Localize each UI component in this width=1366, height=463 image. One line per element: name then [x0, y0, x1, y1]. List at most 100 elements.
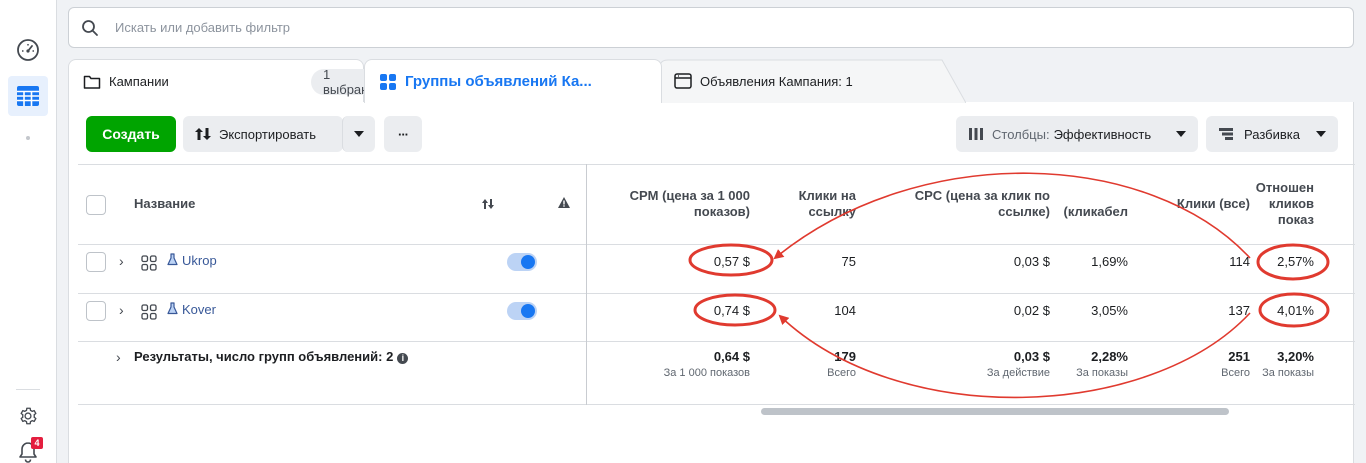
- total-link-clicks: 179: [834, 349, 856, 364]
- rail-separator: [16, 389, 40, 390]
- sort-icon[interactable]: [481, 197, 495, 214]
- total-link-clicks-sub: Всего: [827, 367, 856, 379]
- flask-icon: [167, 253, 178, 269]
- column-header-link-clicks[interactable]: Клики на ссылку: [768, 188, 856, 222]
- breakdown-icon: [1218, 127, 1234, 141]
- tab-ads[interactable]: Объявления Кампания: 1: [660, 59, 966, 103]
- row-divider: [78, 293, 1355, 294]
- info-icon[interactable]: i: [397, 353, 409, 364]
- row-checkbox[interactable]: [86, 301, 106, 321]
- header-line: CPC (цена за клик по: [914, 188, 1050, 203]
- gear-icon[interactable]: [8, 396, 48, 436]
- total-ctr-all: 3,20%: [1277, 349, 1314, 364]
- adset-icon: [141, 255, 157, 274]
- cell-clicks-all: 137: [1228, 303, 1250, 318]
- cell-cpm: 0,74 $: [713, 303, 750, 318]
- export-button[interactable]: Экспортировать: [183, 116, 343, 152]
- main-panel: Создать Экспортировать ··· Столбцы: Эффе…: [68, 102, 1355, 463]
- breakdown-label: Разбивка: [1244, 126, 1300, 142]
- table-top-border: [78, 164, 1355, 165]
- header-line: Клики на: [798, 188, 856, 203]
- tab-adsets-label: Группы объявлений Ка...: [405, 73, 592, 90]
- chevron-right-icon[interactable]: ›: [119, 302, 124, 318]
- cell-ctr: 1,69%: [1091, 254, 1128, 269]
- left-rail: 4: [0, 0, 57, 463]
- tab-campaigns[interactable]: Кампании 1 выбрано ✕: [68, 59, 401, 103]
- search-icon: [81, 19, 99, 37]
- columns-label: Столбцы:: [992, 126, 1050, 142]
- adset-name-link[interactable]: Ukrop: [182, 253, 217, 268]
- total-cpm: 0,64 $: [713, 349, 750, 364]
- column-header-ctr-all[interactable]: Отношен кликов показ: [1246, 180, 1314, 228]
- more-icon: ···: [398, 126, 409, 142]
- cell-link-clicks: 75: [841, 254, 856, 269]
- row-divider: [78, 404, 1355, 405]
- filter-search-bar[interactable]: [68, 7, 1354, 48]
- search-input[interactable]: [115, 20, 915, 35]
- flask-icon: [167, 302, 178, 318]
- columns-value: Эффективность: [1053, 126, 1152, 142]
- columns-dropdown[interactable]: Столбцы: Эффективность: [956, 116, 1198, 152]
- header-line: кликов: [1268, 196, 1314, 211]
- export-label: Экспортировать: [219, 126, 316, 142]
- dashboard-icon[interactable]: [8, 30, 48, 70]
- cell-cpc: 0,02 $: [1013, 303, 1050, 318]
- column-header-cpc[interactable]: CPC (цена за клик по ссылке): [878, 188, 1050, 220]
- cell-ctr-all: 4,01%: [1277, 303, 1314, 318]
- total-cpc: 0,03 $: [1013, 349, 1050, 364]
- horizontal-scrollbar[interactable]: [761, 408, 1229, 415]
- adsets-table: Название CPM (цена за 1 000 показов) Кли…: [78, 164, 1355, 405]
- header-line: CPM (цена за 1 000: [629, 188, 750, 203]
- ad-window-icon: [674, 73, 692, 89]
- row-checkbox[interactable]: [86, 252, 106, 272]
- export-dropdown-button[interactable]: [342, 116, 375, 152]
- more-options-button[interactable]: ···: [384, 116, 422, 152]
- chevron-right-icon[interactable]: ›: [116, 349, 121, 365]
- total-ctr-all-sub: За показы: [1262, 367, 1314, 379]
- adset-toggle[interactable]: [507, 302, 537, 320]
- tab-adsets[interactable]: Группы объявлений Ка...: [364, 59, 662, 103]
- cell-cpm: 0,57 $: [713, 254, 750, 269]
- totals-label-text: Результаты, число групп объявлений: 2: [134, 349, 394, 364]
- adset-toggle[interactable]: [507, 253, 537, 271]
- tab-campaigns-label: Кампании: [109, 74, 169, 89]
- cell-ctr-all: 2,57%: [1277, 254, 1314, 269]
- row-divider: [78, 244, 1355, 245]
- cell-ctr: 3,05%: [1091, 303, 1128, 318]
- cell-clicks-all: 114: [1229, 254, 1250, 269]
- column-header-cpm[interactable]: CPM (цена за 1 000 показов): [590, 188, 750, 220]
- total-ctr-sub: За показы: [1076, 367, 1128, 379]
- chevron-down-icon: [354, 131, 364, 137]
- total-clicks-all-sub: Всего: [1221, 367, 1250, 379]
- breakdown-dropdown[interactable]: Разбивка: [1206, 116, 1338, 152]
- totals-label: Результаты, число групп объявлений: 2i: [134, 349, 409, 364]
- warning-icon[interactable]: [557, 196, 571, 212]
- toggle-knob: [521, 304, 535, 318]
- header-line: ссылку: [808, 204, 856, 219]
- column-header-clicks-all[interactable]: Клики (все): [1138, 196, 1250, 212]
- notification-badge: 4: [31, 437, 43, 449]
- header-line: показов): [693, 204, 750, 219]
- frozen-column-divider: [586, 164, 587, 405]
- header-line: Отношен: [1255, 180, 1314, 195]
- chevron-down-icon: [1176, 131, 1186, 137]
- rail-divider-dot: [26, 136, 30, 140]
- chevron-right-icon[interactable]: ›: [119, 253, 124, 269]
- total-cpm-sub: За 1 000 показов: [663, 367, 750, 379]
- chevron-down-icon: [1316, 131, 1326, 137]
- select-all-checkbox[interactable]: [86, 195, 106, 215]
- total-ctr: 2,28%: [1091, 349, 1128, 364]
- cell-cpc: 0,03 $: [1013, 254, 1050, 269]
- adset-name-link[interactable]: Kover: [182, 302, 216, 317]
- column-header-name[interactable]: Название: [134, 196, 195, 212]
- toggle-knob: [521, 255, 535, 269]
- folder-icon: [83, 74, 101, 90]
- header-line: показ: [1277, 212, 1314, 227]
- adsets-grid-icon: [379, 73, 397, 91]
- adset-icon: [141, 304, 157, 323]
- create-button[interactable]: Создать: [86, 116, 176, 152]
- cell-link-clicks: 104: [834, 303, 856, 318]
- column-header-ctr[interactable]: (кликабел: [1058, 204, 1129, 220]
- export-arrows-icon: [195, 127, 211, 141]
- table-icon[interactable]: [8, 76, 48, 116]
